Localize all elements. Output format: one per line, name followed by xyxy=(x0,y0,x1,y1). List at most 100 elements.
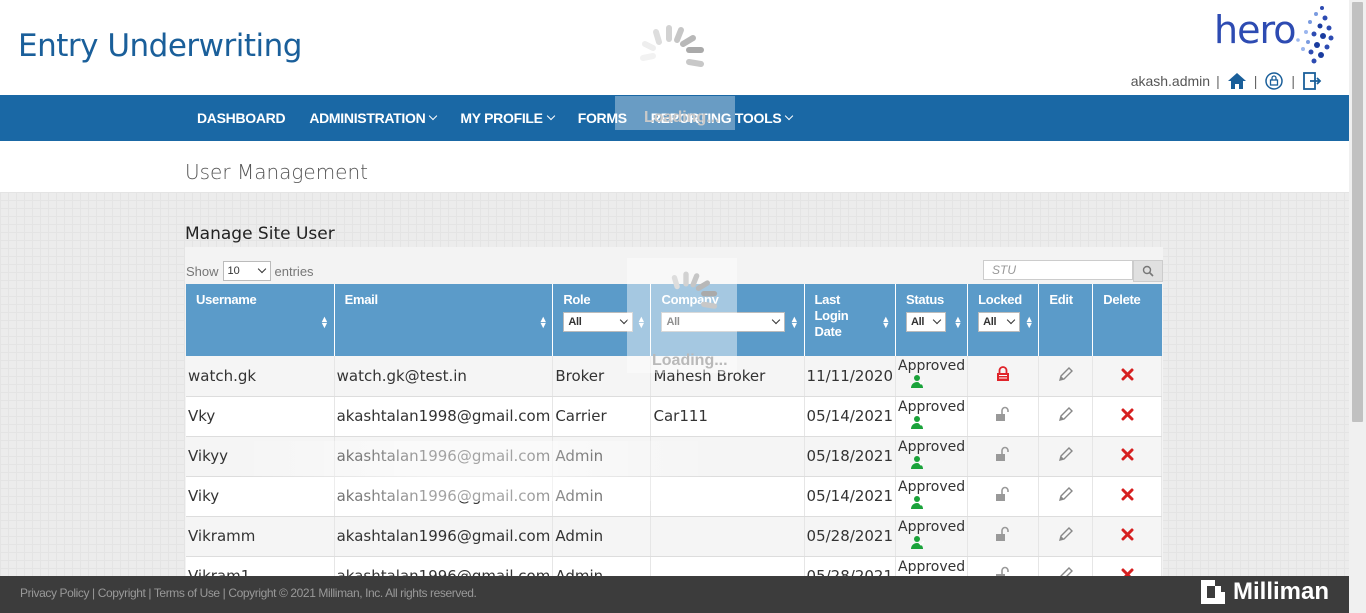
home-icon[interactable] xyxy=(1226,70,1248,92)
user-bar: akash.admin | | | xyxy=(1131,70,1323,92)
col-status[interactable]: Status All ▲ ▼ xyxy=(895,284,969,356)
cell-delete[interactable] xyxy=(1092,396,1162,437)
status-text: Approved xyxy=(898,558,966,575)
cell-edit[interactable] xyxy=(1038,396,1094,437)
status-text: Approved xyxy=(898,358,966,375)
cell-username: watch.gk xyxy=(186,356,335,397)
cell-company xyxy=(650,516,805,557)
col-username[interactable]: Username ▲ ▼ xyxy=(186,284,335,356)
cell-company: Car111 xyxy=(650,396,805,437)
filter-value: All xyxy=(983,316,997,328)
col-email[interactable]: Email ▲ ▼ xyxy=(334,284,554,356)
scrollbar-thumb[interactable] xyxy=(1352,2,1363,422)
delete-icon[interactable] xyxy=(1121,488,1134,501)
brand-name: Milliman xyxy=(1232,578,1329,605)
divider: | xyxy=(1291,73,1295,89)
unlocked-icon[interactable] xyxy=(996,526,1010,542)
nav-my-profile[interactable]: MY PROFILE xyxy=(460,110,555,126)
sort-icon: ▲ ▼ xyxy=(789,314,799,330)
username-label: akash.admin xyxy=(1130,73,1211,89)
main-content: Manage Site User Show 10 entries STU Use… xyxy=(0,192,1349,597)
cell-status: Approved xyxy=(895,516,969,557)
cell-locked[interactable] xyxy=(967,476,1040,517)
cell-delete[interactable] xyxy=(1092,356,1162,397)
page-size-select[interactable]: 10 xyxy=(222,261,271,281)
loading-spinner-icon xyxy=(640,25,704,67)
loading-fade xyxy=(236,441,716,501)
cell-delete[interactable] xyxy=(1092,436,1162,477)
status-text: Approved xyxy=(898,518,966,535)
logout-icon[interactable] xyxy=(1301,70,1323,92)
pencil-icon[interactable] xyxy=(1058,366,1074,382)
cell-email: akashtalan1998@gmail.com xyxy=(334,396,554,437)
cell-last-login: 11/11/2020 xyxy=(804,356,897,397)
unlocked-icon[interactable] xyxy=(996,406,1010,422)
unlocked-icon[interactable] xyxy=(996,446,1010,462)
chevron-down-icon xyxy=(429,111,438,121)
change-password-icon[interactable] xyxy=(1263,70,1285,92)
approved-user-icon xyxy=(910,374,965,392)
nav-label: DASHBOARD xyxy=(197,110,286,126)
pencil-icon[interactable] xyxy=(1058,526,1074,542)
cell-email: akashtalan1996@gmail.com xyxy=(334,516,554,557)
copyright-link[interactable]: Copyright xyxy=(98,586,146,600)
filter-value: All xyxy=(568,316,582,328)
footer-links: Privacy Policy | Copyright | Terms of Us… xyxy=(20,586,477,600)
delete-icon[interactable] xyxy=(1121,368,1134,381)
sort-icon: ▲ ▼ xyxy=(538,314,548,330)
pencil-icon[interactable] xyxy=(1058,486,1074,502)
unlocked-icon[interactable] xyxy=(996,486,1010,502)
approved-user-icon xyxy=(910,415,965,433)
col-label: Role xyxy=(563,292,591,307)
chevron-down-icon xyxy=(1006,315,1016,325)
search-input[interactable]: STU xyxy=(983,260,1133,280)
col-locked[interactable]: Locked All ▲ ▼ xyxy=(967,284,1040,356)
cell-locked[interactable] xyxy=(967,436,1040,477)
milliman-logo-icon xyxy=(1200,580,1225,604)
col-label: Edit xyxy=(1049,292,1073,307)
cell-edit[interactable] xyxy=(1038,356,1094,397)
sort-icon: ▲ ▼ xyxy=(881,314,890,330)
sort-icon: ▲ ▼ xyxy=(953,314,963,330)
role-filter-select[interactable]: All xyxy=(563,312,634,332)
locked-filter-select[interactable]: All xyxy=(978,312,1021,332)
approved-user-icon xyxy=(910,455,965,473)
cell-username: Vikramm xyxy=(186,516,335,557)
cell-role: Admin xyxy=(552,516,652,557)
cell-locked[interactable] xyxy=(967,356,1040,397)
copyright-text: Copyright © 2021 Milliman, Inc. All righ… xyxy=(228,586,477,600)
cell-edit[interactable] xyxy=(1038,516,1094,557)
col-last-login[interactable]: Last Login Date ▲ ▼ xyxy=(804,284,897,356)
cell-locked[interactable] xyxy=(967,396,1040,437)
locked-icon[interactable] xyxy=(996,365,1010,382)
status-filter-select[interactable]: All xyxy=(906,312,946,332)
entries-label: entries xyxy=(274,263,314,279)
cell-delete[interactable] xyxy=(1092,516,1162,557)
chevron-down-icon xyxy=(932,315,942,325)
show-label: Show xyxy=(186,263,219,279)
pencil-icon[interactable] xyxy=(1058,446,1074,462)
nav-label: ADMINISTRATION xyxy=(309,110,426,126)
search-button[interactable] xyxy=(1133,260,1163,282)
privacy-policy-link[interactable]: Privacy Policy xyxy=(20,586,89,600)
cell-locked[interactable] xyxy=(967,516,1040,557)
delete-icon[interactable] xyxy=(1121,408,1134,421)
cell-last-login: 05/18/2021 xyxy=(804,436,897,477)
nav-administration[interactable]: ADMINISTRATION xyxy=(309,110,438,126)
cell-last-login: 05/14/2021 xyxy=(804,396,897,437)
page-scrollbar[interactable] xyxy=(1349,0,1366,613)
delete-icon[interactable] xyxy=(1121,448,1134,461)
cell-edit[interactable] xyxy=(1038,436,1094,477)
col-label: Username xyxy=(196,292,257,307)
approved-user-icon xyxy=(910,495,965,513)
delete-icon[interactable] xyxy=(1121,528,1134,541)
cell-delete[interactable] xyxy=(1092,476,1162,517)
pencil-icon[interactable] xyxy=(1058,406,1074,422)
hero-logo[interactable]: hero xyxy=(1210,2,1335,67)
cell-last-login: 05/14/2021 xyxy=(804,476,897,517)
nav-dashboard[interactable]: DASHBOARD xyxy=(197,110,286,126)
page-title: User Management xyxy=(185,160,368,184)
terms-of-use-link[interactable]: Terms of Use xyxy=(154,586,220,600)
cell-edit[interactable] xyxy=(1038,476,1094,517)
table-row: Vikramm akashtalan1996@gmail.com Admin 05/2… xyxy=(186,516,1162,557)
